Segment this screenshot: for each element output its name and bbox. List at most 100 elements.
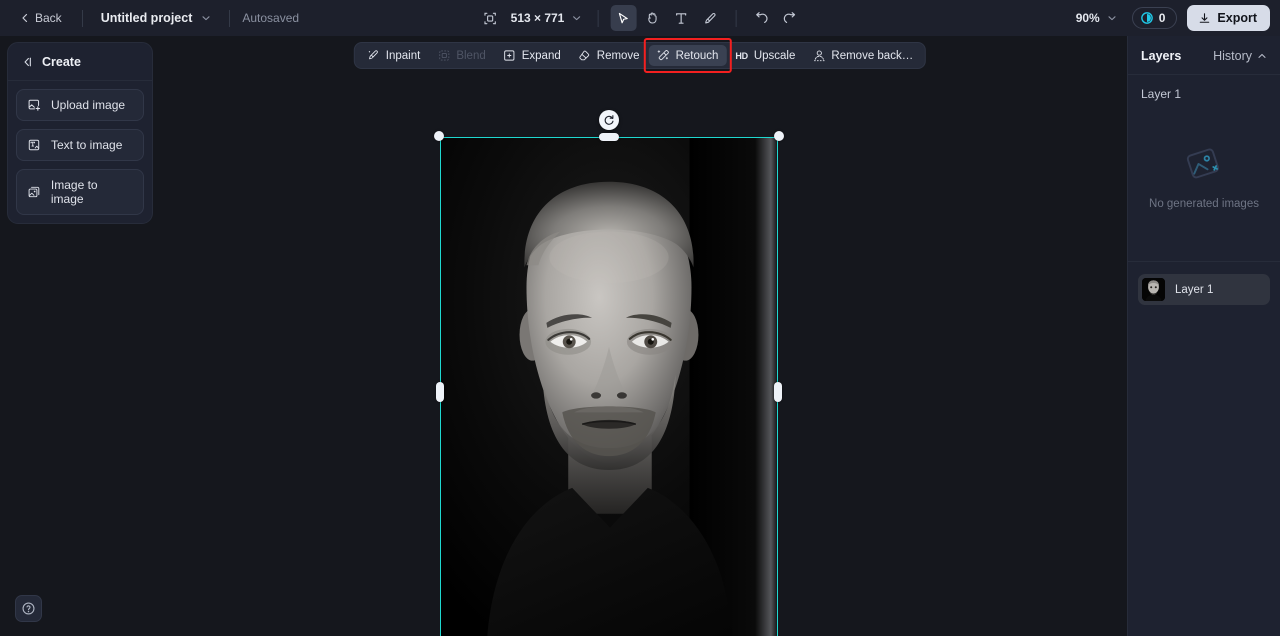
create-panel-title: Create (42, 55, 81, 69)
edit-tool-upscale[interactable]: HD Upscale (727, 46, 803, 66)
canvas-area[interactable] (0, 36, 1280, 636)
pan-tool[interactable] (639, 5, 665, 31)
tab-layers[interactable]: Layers (1141, 49, 1181, 63)
image-to-image-label: Image to image (50, 178, 98, 206)
inpaint-icon (368, 50, 378, 60)
credit-coin-icon (1140, 12, 1153, 24)
image-to-image-button[interactable]: Image to image (16, 169, 144, 215)
tool-group (610, 5, 723, 31)
chevron-left-icon (22, 13, 28, 23)
chevron-up-icon (1258, 53, 1266, 58)
text-tool[interactable] (668, 5, 694, 31)
hand-icon (648, 12, 657, 24)
divider (597, 9, 599, 27)
topbar-left-group: Back Untitled project Autosaved (0, 7, 299, 29)
select-tool[interactable] (610, 5, 637, 31)
selected-image-frame[interactable] (440, 137, 778, 636)
image-to-image-icon (28, 186, 40, 198)
tab-history-label: History (1213, 49, 1252, 63)
layers-section-label: Layer 1 (1141, 87, 1182, 101)
retouch-icon (657, 50, 669, 61)
rotate-handle[interactable] (599, 110, 619, 130)
layer-list-item[interactable]: Layer 1 (1138, 274, 1270, 305)
resize-handle-top-right[interactable] (774, 131, 784, 141)
create-panel: Create Upload image Text to image Image … (7, 42, 153, 224)
edit-tool-retouch[interactable]: Retouch (643, 38, 732, 73)
divider (735, 9, 737, 27)
upload-image-label: Upload image (51, 98, 126, 112)
back-button[interactable]: Back (12, 7, 70, 29)
history-group (748, 5, 803, 31)
topbar-center-group: 513 × 771 (477, 0, 804, 36)
edit-tool-expand[interactable]: Expand (495, 45, 569, 66)
topbar-right-group: 90% 0 Export (1069, 0, 1270, 36)
rotate-icon (604, 115, 614, 125)
layer-thumbnail (1142, 278, 1165, 301)
project-name: Untitled project (100, 11, 193, 25)
export-button[interactable]: Export (1187, 5, 1270, 31)
generated-images-empty-state: No generated images (1128, 101, 1280, 251)
brush-tool[interactable] (697, 5, 723, 31)
resize-handle-right[interactable] (774, 381, 782, 402)
undo-button[interactable] (748, 5, 774, 31)
divider (229, 9, 231, 27)
layer-name: Layer 1 (1175, 283, 1214, 296)
credits-badge[interactable]: 0 (1131, 7, 1178, 29)
tab-history[interactable]: History (1213, 49, 1267, 63)
back-label: Back (35, 11, 62, 25)
app-root: Back Untitled project Autosaved 513 × 77… (0, 0, 1280, 636)
right-panel-tabs: Layers History (1128, 36, 1280, 75)
resize-handle-top[interactable] (599, 133, 619, 141)
hd-icon: HD (735, 50, 748, 61)
blend-icon (438, 50, 449, 61)
crop-frame-icon (483, 12, 496, 24)
chevron-down-icon (202, 16, 210, 21)
text-to-image-icon (28, 139, 40, 151)
help-button[interactable] (15, 595, 42, 622)
edit-tool-label: Remove back… (831, 49, 914, 62)
edit-tool-label: Blend (456, 49, 486, 62)
edit-tool-remove[interactable]: Remove (570, 45, 648, 66)
text-to-image-button[interactable]: Text to image (16, 129, 144, 161)
brush-icon (705, 12, 716, 23)
top-bar: Back Untitled project Autosaved 513 × 77… (0, 0, 1280, 36)
edit-tool-label: Expand (521, 49, 561, 62)
zoom-level: 90% (1075, 11, 1100, 25)
upload-image-icon (28, 99, 41, 111)
zoom-dropdown[interactable]: 90% (1069, 8, 1122, 28)
edit-tool-label: Upscale (753, 49, 796, 62)
text-icon (676, 12, 687, 24)
project-name-menu[interactable]: Untitled project (95, 7, 218, 29)
edit-tool-label: Remove (596, 49, 640, 62)
right-panel: Layers History Layer 1 No generated imag… (1127, 36, 1280, 636)
empty-state-label: No generated images (1149, 197, 1259, 210)
chevron-down-icon (572, 16, 580, 21)
credits-count: 0 (1158, 11, 1166, 25)
canvas-size-dropdown[interactable]: 513 × 771 (503, 8, 586, 28)
undo-icon (756, 11, 768, 23)
edit-tool-blend[interactable]: Blend (429, 45, 493, 66)
redo-button[interactable] (777, 5, 803, 31)
help-circle-icon (22, 602, 35, 615)
remove-icon (579, 50, 590, 61)
edit-tool-remove-background[interactable]: Remove back… (804, 45, 921, 66)
create-panel-body: Upload image Text to image Image to imag… (8, 81, 152, 215)
portrait-photo (441, 138, 777, 636)
image-selection[interactable] (434, 110, 784, 636)
collapse-panel-icon[interactable] (20, 55, 34, 69)
chevron-down-icon (1108, 16, 1116, 21)
cursor-icon (619, 12, 629, 23)
empty-image-icon (1186, 148, 1219, 178)
resize-handle-left[interactable] (436, 381, 444, 402)
resize-handle-top-left[interactable] (434, 131, 444, 141)
edit-tool-label: Retouch (675, 49, 719, 62)
edit-tool-label: Inpaint (385, 49, 421, 62)
edit-toolbar: Inpaint Blend Expand Remove Retouch HD U… (353, 38, 927, 73)
canvas-resize-icon[interactable] (477, 5, 503, 31)
panel-divider (1128, 261, 1280, 262)
autosave-status: Autosaved (242, 11, 300, 25)
remove-background-icon (813, 50, 825, 62)
download-icon (1200, 12, 1210, 23)
upload-image-button[interactable]: Upload image (16, 89, 144, 121)
edit-tool-inpaint[interactable]: Inpaint (359, 45, 429, 66)
